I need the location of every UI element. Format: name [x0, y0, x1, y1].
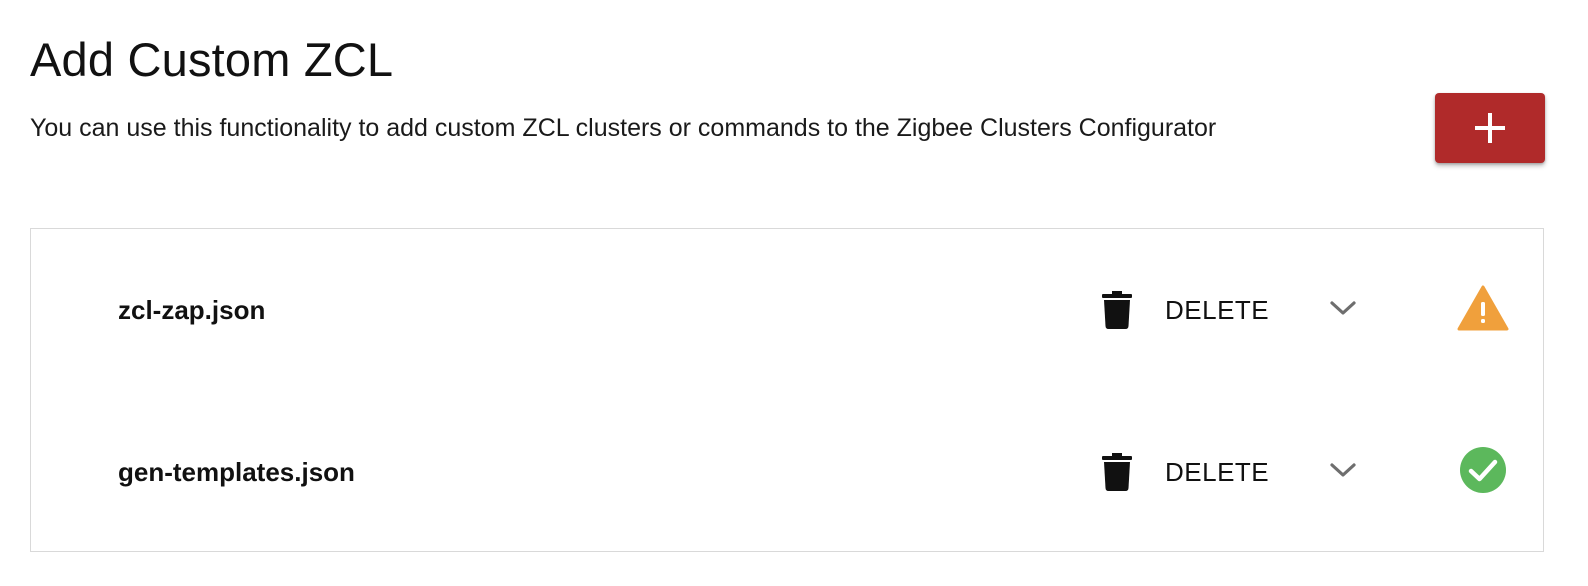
trash-icon [1102, 453, 1132, 491]
status-indicator [1457, 446, 1509, 498]
page-description: You can use this functionality to add cu… [30, 114, 1217, 142]
custom-zcl-file-list: zcl-zap.json DELETE gen-templates.json D… [30, 228, 1544, 552]
check-circle-icon [1459, 446, 1507, 499]
delete-label: DELETE [1165, 456, 1270, 487]
expand-toggle[interactable] [1321, 450, 1365, 494]
delete-label: DELETE [1165, 294, 1270, 325]
warning-icon [1457, 285, 1509, 336]
chevron-down-icon [1330, 462, 1356, 483]
delete-button[interactable]: DELETE [1096, 442, 1275, 502]
file-row: zcl-zap.json DELETE [31, 280, 1543, 340]
file-name: zcl-zap.json [118, 295, 266, 325]
delete-button[interactable]: DELETE [1096, 280, 1275, 340]
file-name: gen-templates.json [118, 457, 355, 487]
page-title: Add Custom ZCL [30, 33, 394, 86]
chevron-down-icon [1330, 300, 1356, 321]
status-indicator [1457, 284, 1509, 336]
file-row: gen-templates.json DELETE [31, 442, 1543, 502]
plus-icon [1475, 113, 1505, 143]
expand-toggle[interactable] [1321, 288, 1365, 332]
trash-icon [1102, 291, 1132, 329]
add-custom-zcl-button[interactable] [1435, 93, 1545, 163]
